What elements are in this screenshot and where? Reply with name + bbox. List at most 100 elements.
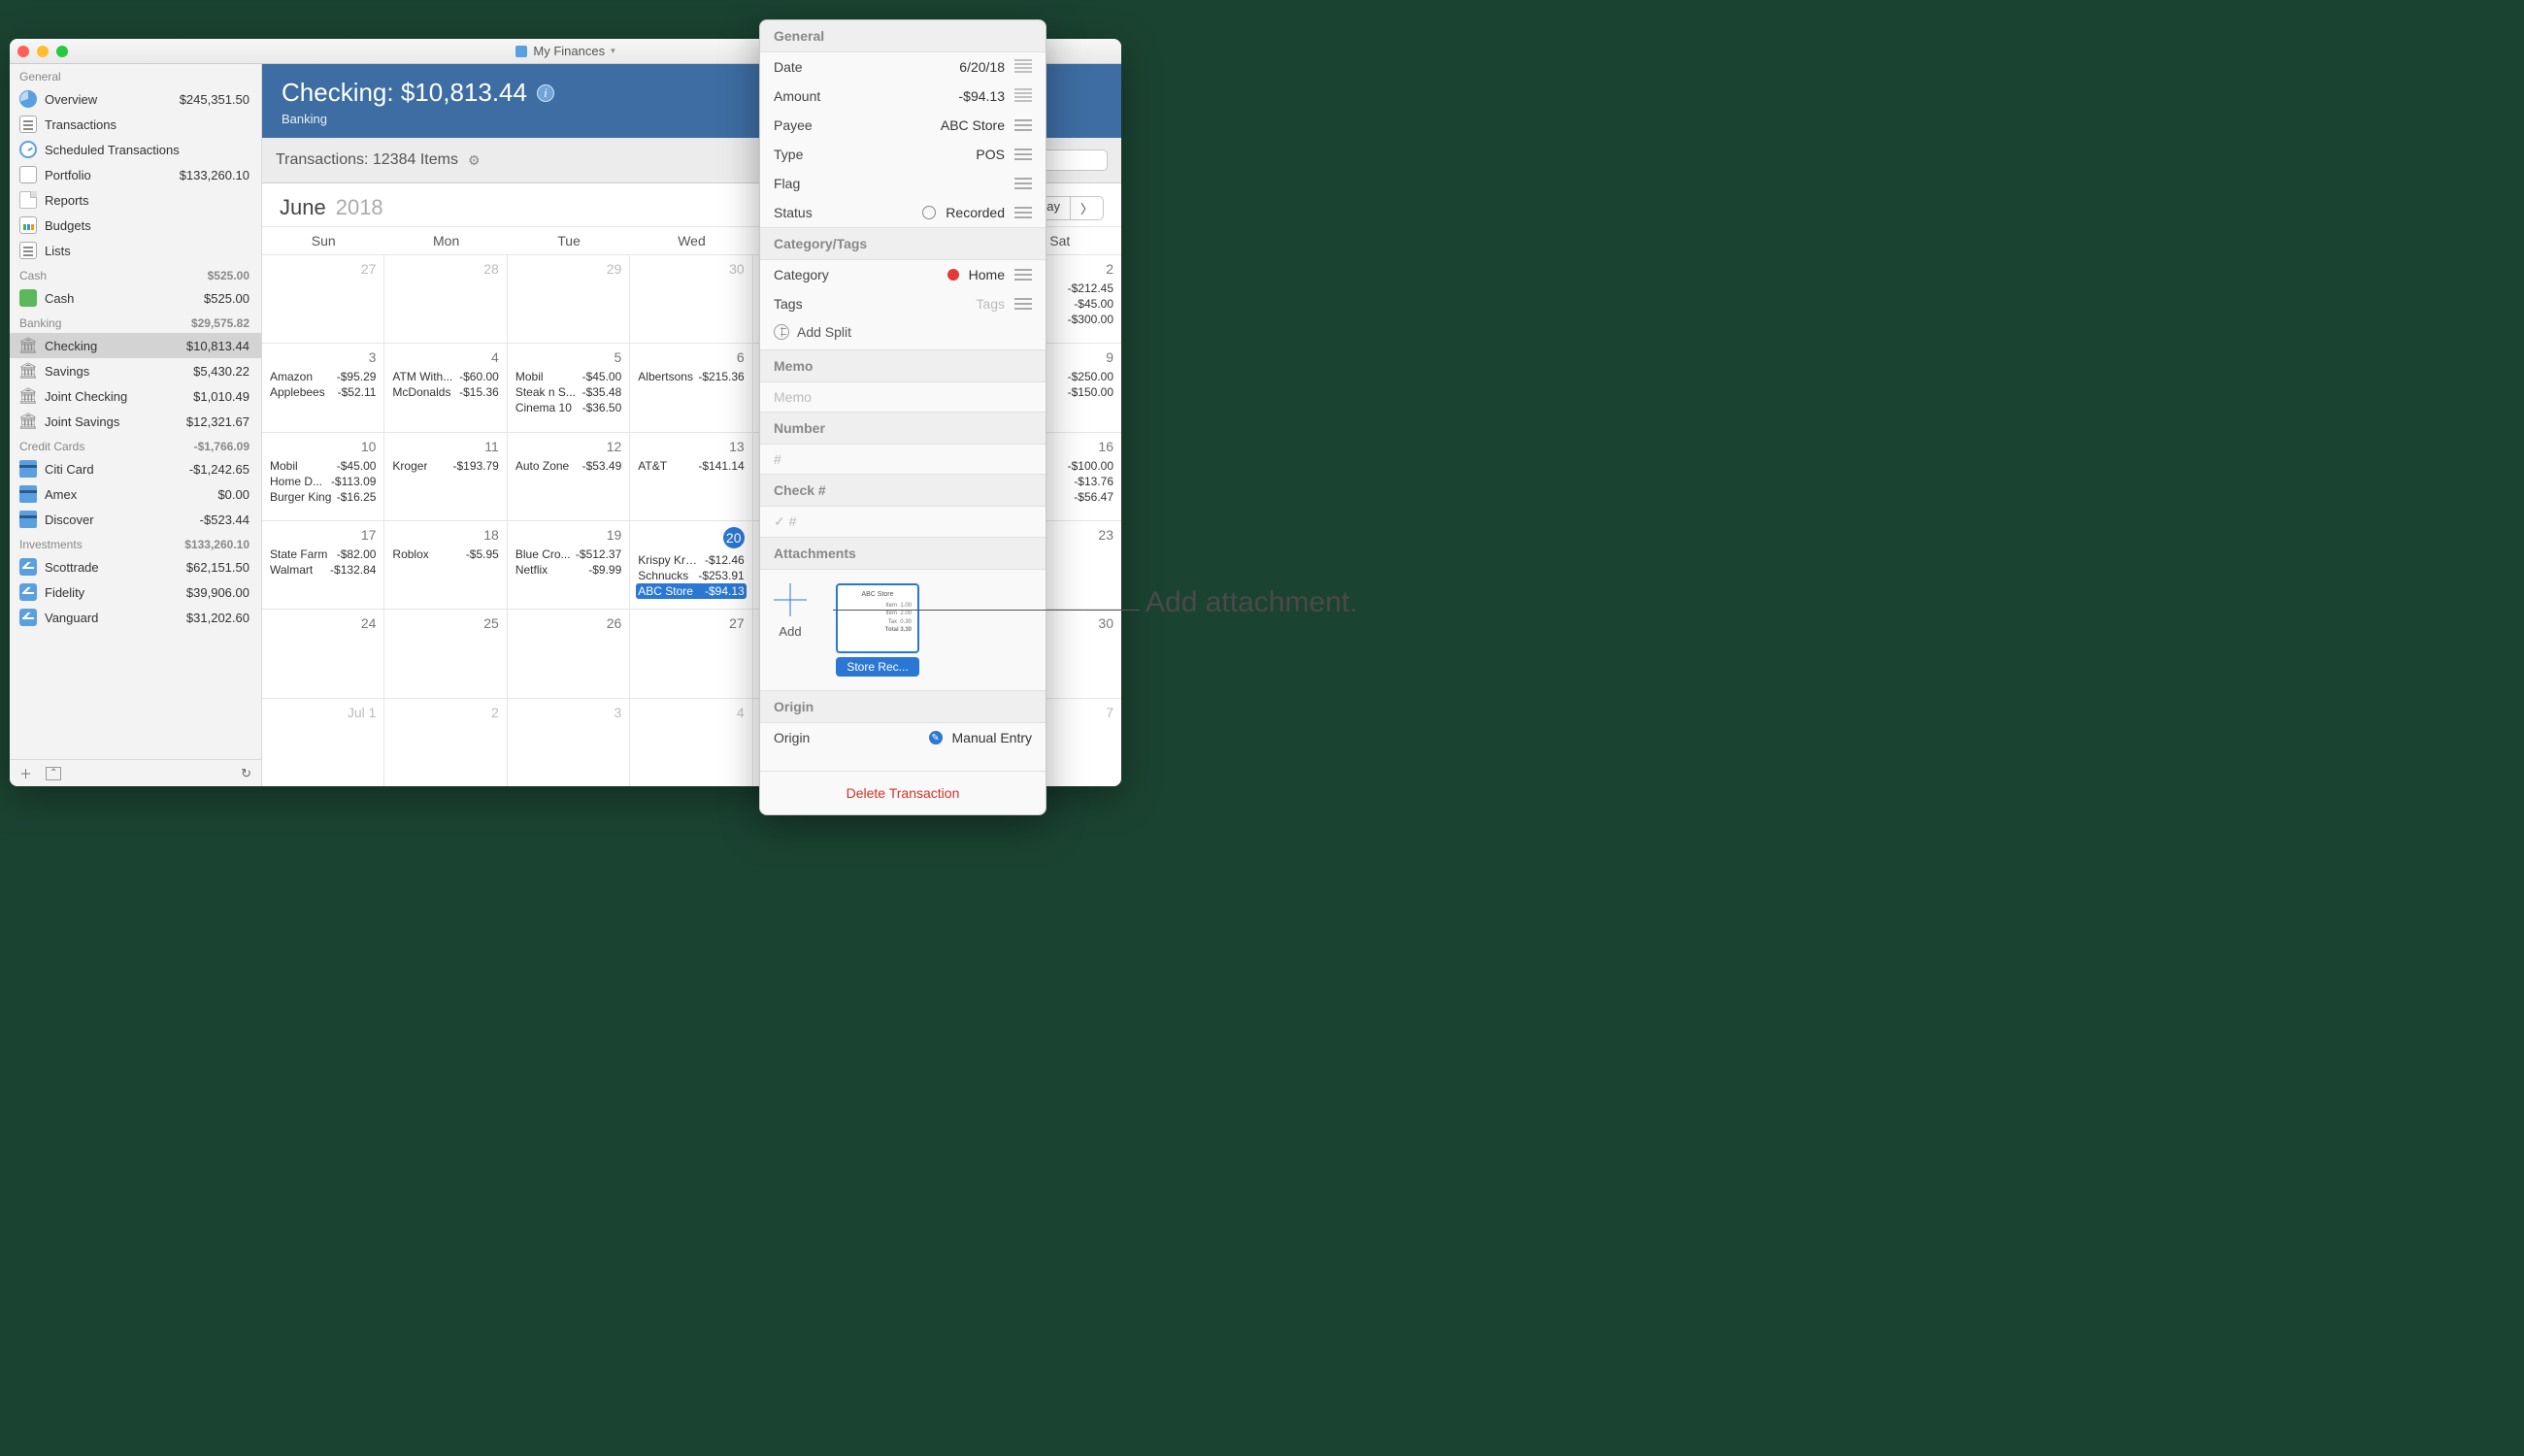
- list-icon[interactable]: [1014, 269, 1032, 281]
- row-payee[interactable]: PayeeABC Store: [760, 111, 1046, 140]
- calendar-cell[interactable]: 17State Farm-$82.00Walmart-$132.84: [262, 520, 384, 609]
- sidebar-item[interactable]: Citi Card-$1,242.65: [10, 456, 261, 481]
- row-flag[interactable]: Flag: [760, 169, 1046, 198]
- calendar-cell[interactable]: 6Albertsons-$215.36: [630, 343, 752, 431]
- delete-transaction-button[interactable]: Delete Transaction: [760, 771, 1046, 814]
- gear-icon[interactable]: ⚙: [468, 152, 481, 169]
- transaction-entry[interactable]: ABC Store-$94.13: [636, 583, 746, 599]
- transaction-entry[interactable]: AT&T-$141.14: [636, 458, 746, 474]
- calendar-cell[interactable]: 10Mobil-$45.00Home D...-$113.09Burger Ki…: [262, 432, 384, 520]
- sidebar: GeneralOverview$245,351.50TransactionsSc…: [10, 64, 262, 786]
- list-icon[interactable]: [1014, 119, 1032, 131]
- transaction-entry[interactable]: Home D...-$113.09: [268, 474, 378, 489]
- sidebar-item[interactable]: Reports: [10, 187, 261, 213]
- transaction-entry[interactable]: ATM With...-$60.00: [390, 369, 500, 384]
- sidebar-item[interactable]: 🏛Joint Savings$12,321.67: [10, 409, 261, 434]
- calendar-cell[interactable]: 5Mobil-$45.00Steak n S...-$35.48Cinema 1…: [508, 343, 630, 431]
- sidebar-item[interactable]: Scheduled Transactions: [10, 137, 261, 162]
- add-split-button[interactable]: Add Split: [760, 318, 1046, 349]
- calendar-cell[interactable]: Jul 1: [262, 698, 384, 786]
- sidebar-item[interactable]: Overview$245,351.50: [10, 86, 261, 112]
- transaction-entry[interactable]: Steak n S...-$35.48: [514, 384, 623, 400]
- calendar-cell[interactable]: 3: [508, 698, 630, 786]
- row-check[interactable]: ✓ #: [760, 507, 1046, 537]
- transaction-entry[interactable]: Cinema 10-$36.50: [514, 400, 623, 415]
- list-icon[interactable]: [1014, 178, 1032, 189]
- list-icon[interactable]: [1014, 149, 1032, 160]
- row-date[interactable]: Date6/20/18: [760, 52, 1046, 82]
- next-month-button[interactable]: 〉: [1071, 196, 1104, 220]
- transaction-entry[interactable]: Albertsons-$215.36: [636, 369, 746, 384]
- sidebar-item[interactable]: Discover-$523.44: [10, 507, 261, 532]
- calendar-cell[interactable]: 20Krispy Kre...-$12.46Schnucks-$253.91AB…: [630, 520, 752, 609]
- transaction-entry[interactable]: Walmart-$132.84: [268, 562, 378, 578]
- calendar-cell[interactable]: 26: [508, 609, 630, 697]
- transaction-entry[interactable]: Burger King-$16.25: [268, 489, 378, 505]
- calendar-cell[interactable]: 30: [630, 254, 752, 343]
- collapse-button[interactable]: ⌃: [46, 767, 61, 780]
- sidebar-item-label: Discover: [45, 513, 192, 527]
- sidebar-item[interactable]: Transactions: [10, 112, 261, 137]
- calendar-cell[interactable]: 13AT&T-$141.14: [630, 432, 752, 520]
- sidebar-item[interactable]: Cash$525.00: [10, 285, 261, 311]
- transaction-entry[interactable]: Mobil-$45.00: [514, 369, 623, 384]
- calendar-cell[interactable]: 3Amazon-$95.29Applebees-$52.11: [262, 343, 384, 431]
- transaction-entry[interactable]: McDonalds-$15.36: [390, 384, 500, 400]
- transaction-entry[interactable]: Roblox-$5.95: [390, 546, 500, 562]
- transaction-entry[interactable]: Applebees-$52.11: [268, 384, 378, 400]
- add-attachment-button[interactable]: Add: [774, 583, 807, 639]
- add-account-button[interactable]: ＋: [19, 764, 32, 782]
- calendar-cell[interactable]: 25: [384, 609, 507, 697]
- calendar-cell[interactable]: 4: [630, 698, 752, 786]
- sidebar-item[interactable]: 🏛Joint Checking$1,010.49: [10, 383, 261, 409]
- calendar-cell[interactable]: 12Auto Zone-$53.49: [508, 432, 630, 520]
- calendar-cell[interactable]: 27: [262, 254, 384, 343]
- calendar-cell[interactable]: 4ATM With...-$60.00McDonalds-$15.36: [384, 343, 507, 431]
- sidebar-item[interactable]: 🏛Savings$5,430.22: [10, 358, 261, 383]
- sidebar-item[interactable]: Scottrade$62,151.50: [10, 554, 261, 579]
- sidebar-item[interactable]: Budgets: [10, 213, 261, 238]
- attachment-thumb[interactable]: ABC Store Item 1.00Item 2.00Tax 0.30Tota…: [836, 583, 919, 677]
- calendar-cell[interactable]: 27: [630, 609, 752, 697]
- day-number: 29: [514, 259, 623, 281]
- row-memo[interactable]: Memo: [760, 382, 1046, 412]
- bank-icon: 🏛: [19, 362, 37, 380]
- inv-icon: [19, 583, 37, 601]
- row-tags[interactable]: TagsTags: [760, 289, 1046, 318]
- calendar-cell[interactable]: 19Blue Cro...-$512.37Netflix-$9.99: [508, 520, 630, 609]
- transaction-entry[interactable]: Schnucks-$253.91: [636, 568, 746, 583]
- transaction-entry[interactable]: State Farm-$82.00: [268, 546, 378, 562]
- row-amount[interactable]: Amount-$94.13: [760, 82, 1046, 111]
- transaction-entry[interactable]: Netflix-$9.99: [514, 562, 623, 578]
- transaction-entry[interactable]: Krispy Kre...-$12.46: [636, 552, 746, 568]
- callout-line: [833, 610, 1140, 611]
- calendar-cell[interactable]: 2: [384, 698, 507, 786]
- sidebar-item[interactable]: Vanguard$31,202.60: [10, 605, 261, 630]
- calendar-cell[interactable]: 11Kroger-$193.79: [384, 432, 507, 520]
- sidebar-item[interactable]: Fidelity$39,906.00: [10, 579, 261, 605]
- sidebar-item[interactable]: Amex$0.00: [10, 481, 261, 507]
- calendar-icon[interactable]: [1014, 59, 1032, 75]
- row-type[interactable]: TypePOS: [760, 140, 1046, 169]
- calculator-icon[interactable]: [1014, 88, 1032, 104]
- transaction-entry[interactable]: Mobil-$45.00: [268, 458, 378, 474]
- transaction-entry[interactable]: Blue Cro...-$512.37: [514, 546, 623, 562]
- row-status[interactable]: StatusRecorded: [760, 198, 1046, 227]
- transaction-entry[interactable]: Auto Zone-$53.49: [514, 458, 623, 474]
- list-icon[interactable]: [1014, 207, 1032, 218]
- row-number[interactable]: #: [760, 445, 1046, 474]
- calendar-cell[interactable]: 24: [262, 609, 384, 697]
- sidebar-item[interactable]: Portfolio$133,260.10: [10, 162, 261, 187]
- refresh-button[interactable]: ↻: [241, 766, 251, 781]
- info-icon[interactable]: i: [537, 84, 554, 102]
- day-number: 18: [390, 525, 500, 546]
- sidebar-item[interactable]: Lists: [10, 238, 261, 263]
- sidebar-item[interactable]: 🏛Checking$10,813.44: [10, 333, 261, 358]
- calendar-cell[interactable]: 29: [508, 254, 630, 343]
- calendar-cell[interactable]: 28: [384, 254, 507, 343]
- transaction-entry[interactable]: Amazon-$95.29: [268, 369, 378, 384]
- transaction-entry[interactable]: Kroger-$193.79: [390, 458, 500, 474]
- list-icon[interactable]: [1014, 298, 1032, 310]
- row-category[interactable]: CategoryHome: [760, 260, 1046, 289]
- calendar-cell[interactable]: 18Roblox-$5.95: [384, 520, 507, 609]
